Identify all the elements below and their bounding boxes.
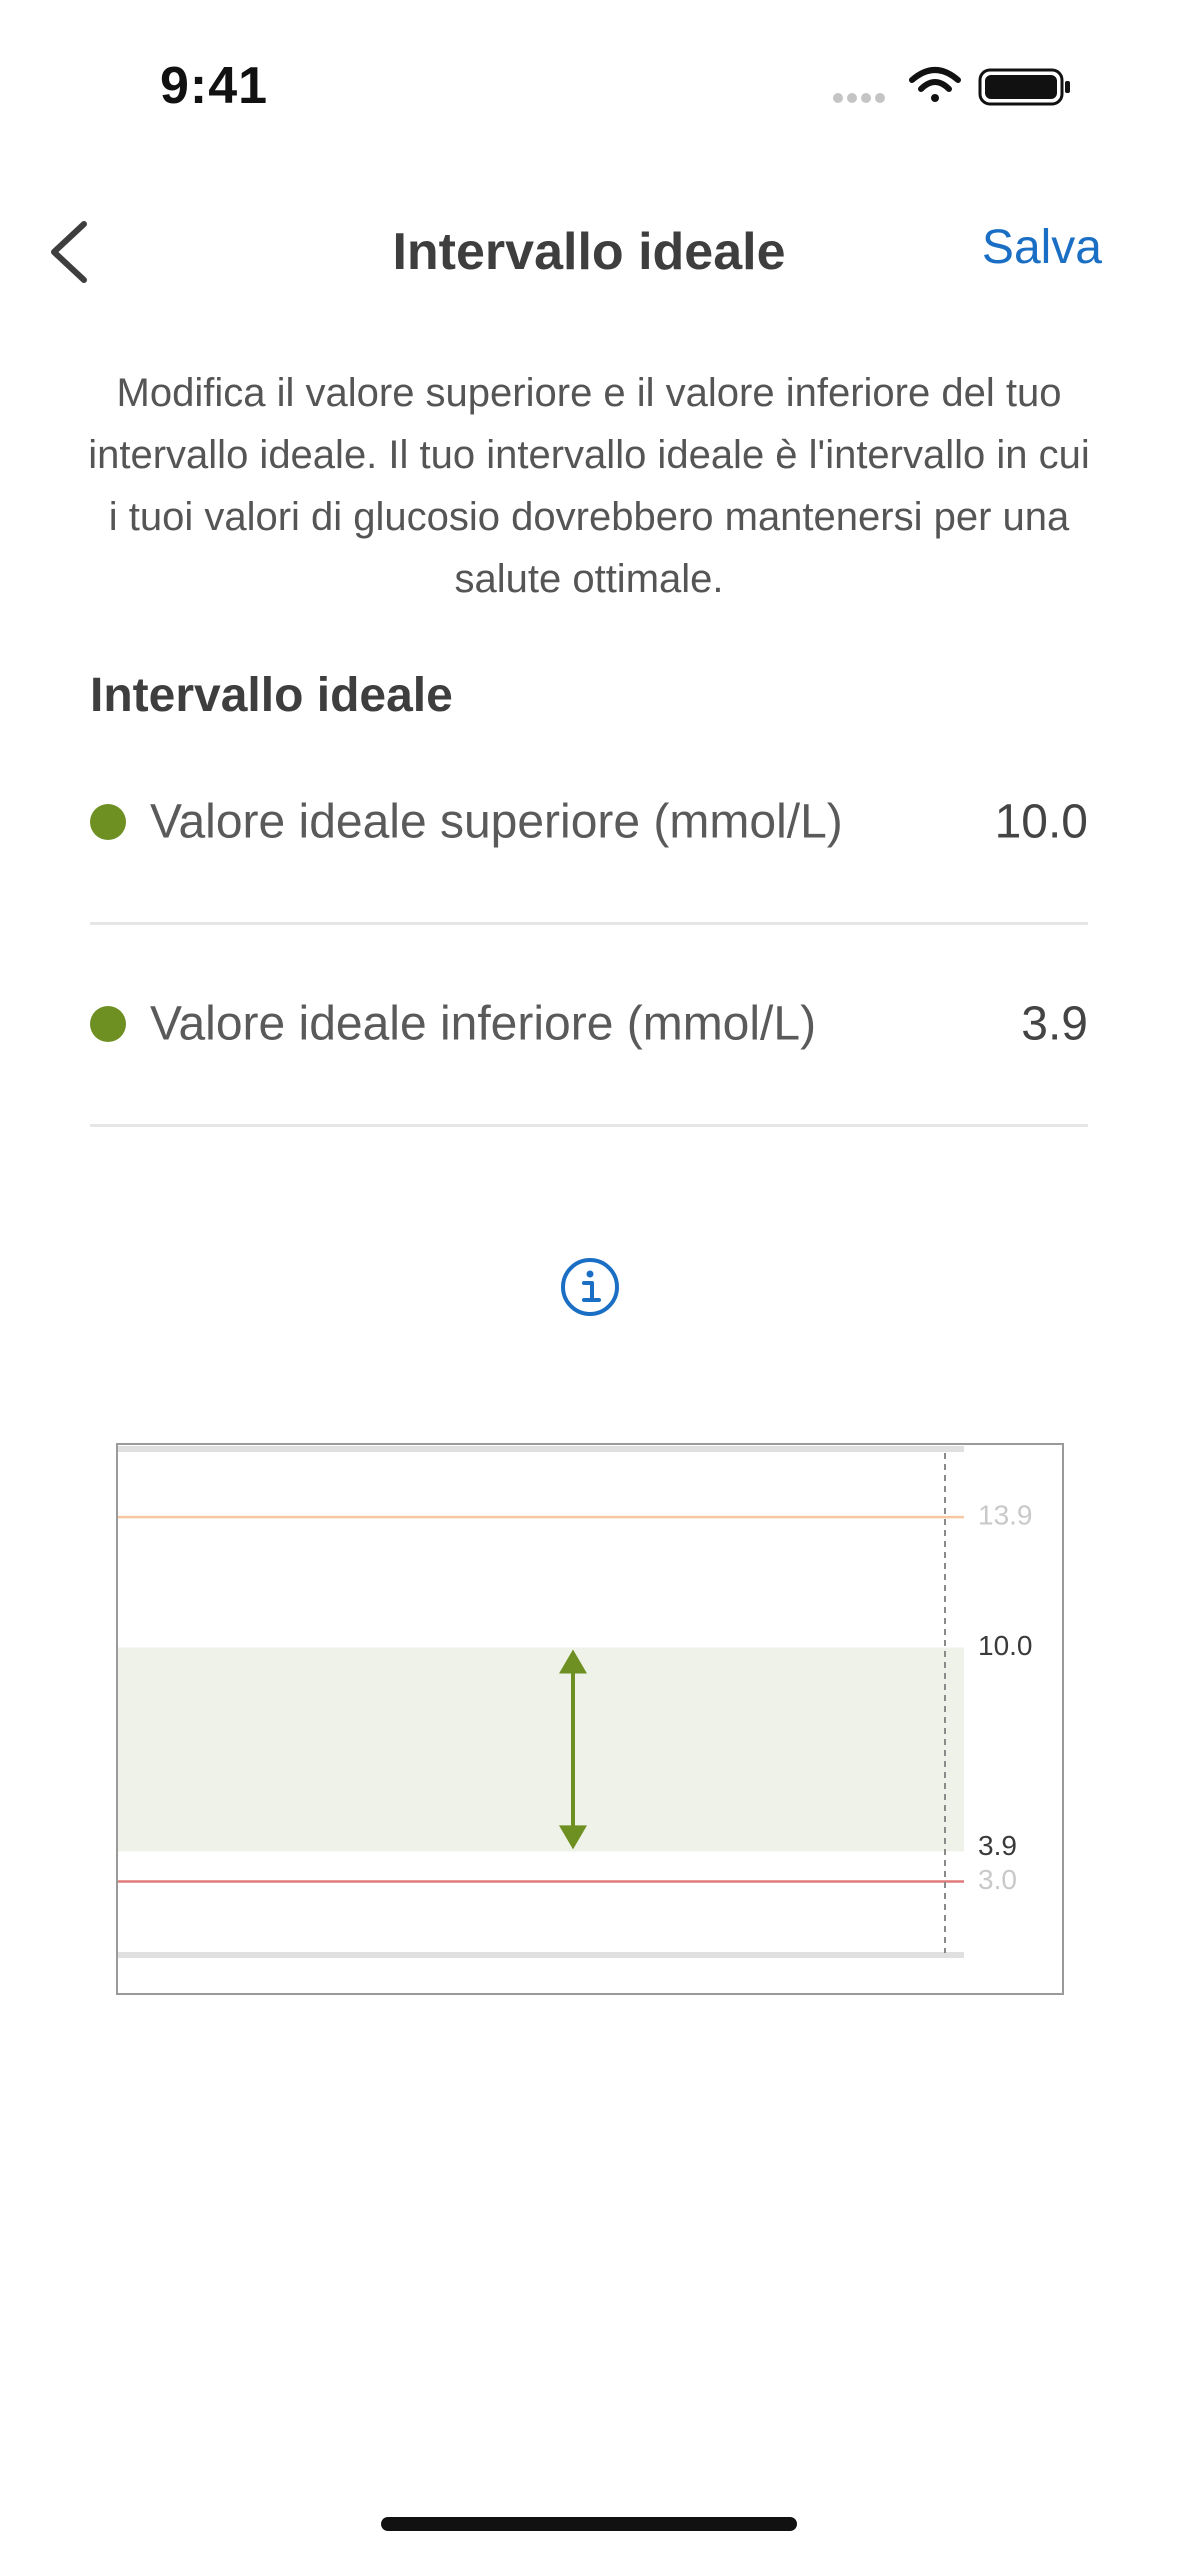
reference-label-13.9: 13.9 xyxy=(978,1500,1033,1531)
info-button[interactable] xyxy=(559,1256,621,1318)
section-title: Intervallo ideale xyxy=(90,669,453,722)
status-dot xyxy=(90,1006,126,1042)
info-circle-icon xyxy=(561,1258,619,1316)
target-band xyxy=(118,1647,964,1852)
status-icons xyxy=(833,67,1070,106)
lower-target-row[interactable]: Valore ideale inferiore (mmol/L) 3.9 xyxy=(90,924,1088,1127)
status-time: 9:41 xyxy=(160,57,269,115)
upper-target-row[interactable]: Valore ideale superiore (mmol/L) 10.0 xyxy=(90,722,1088,925)
battery-icon xyxy=(978,68,1070,106)
range-chart-svg: 13.9 3.0 10.0 3.9 xyxy=(116,1443,1064,1995)
description-text: Modifica il valore superiore e il valore… xyxy=(88,371,1090,601)
upper-target-label: Valore ideale superiore (mmol/L) xyxy=(150,795,843,849)
home-indicator xyxy=(381,2517,797,2531)
lower-target-label: Valore ideale inferiore (mmol/L) xyxy=(150,997,817,1051)
save-button[interactable]: Salva xyxy=(982,220,1102,275)
wifi-icon xyxy=(909,67,961,102)
cellular-signal-icon xyxy=(833,93,885,103)
target-range-chart: 13.9 3.0 10.0 3.9 xyxy=(116,1443,1064,1995)
upper-target-value: 10.0 xyxy=(994,795,1088,849)
reference-label-3.0: 3.0 xyxy=(978,1864,1017,1895)
band-low-label: 3.9 xyxy=(978,1830,1017,1861)
lower-target-value: 3.9 xyxy=(1021,997,1088,1051)
band-high-label: 10.0 xyxy=(978,1630,1033,1661)
status-dot xyxy=(90,804,126,840)
